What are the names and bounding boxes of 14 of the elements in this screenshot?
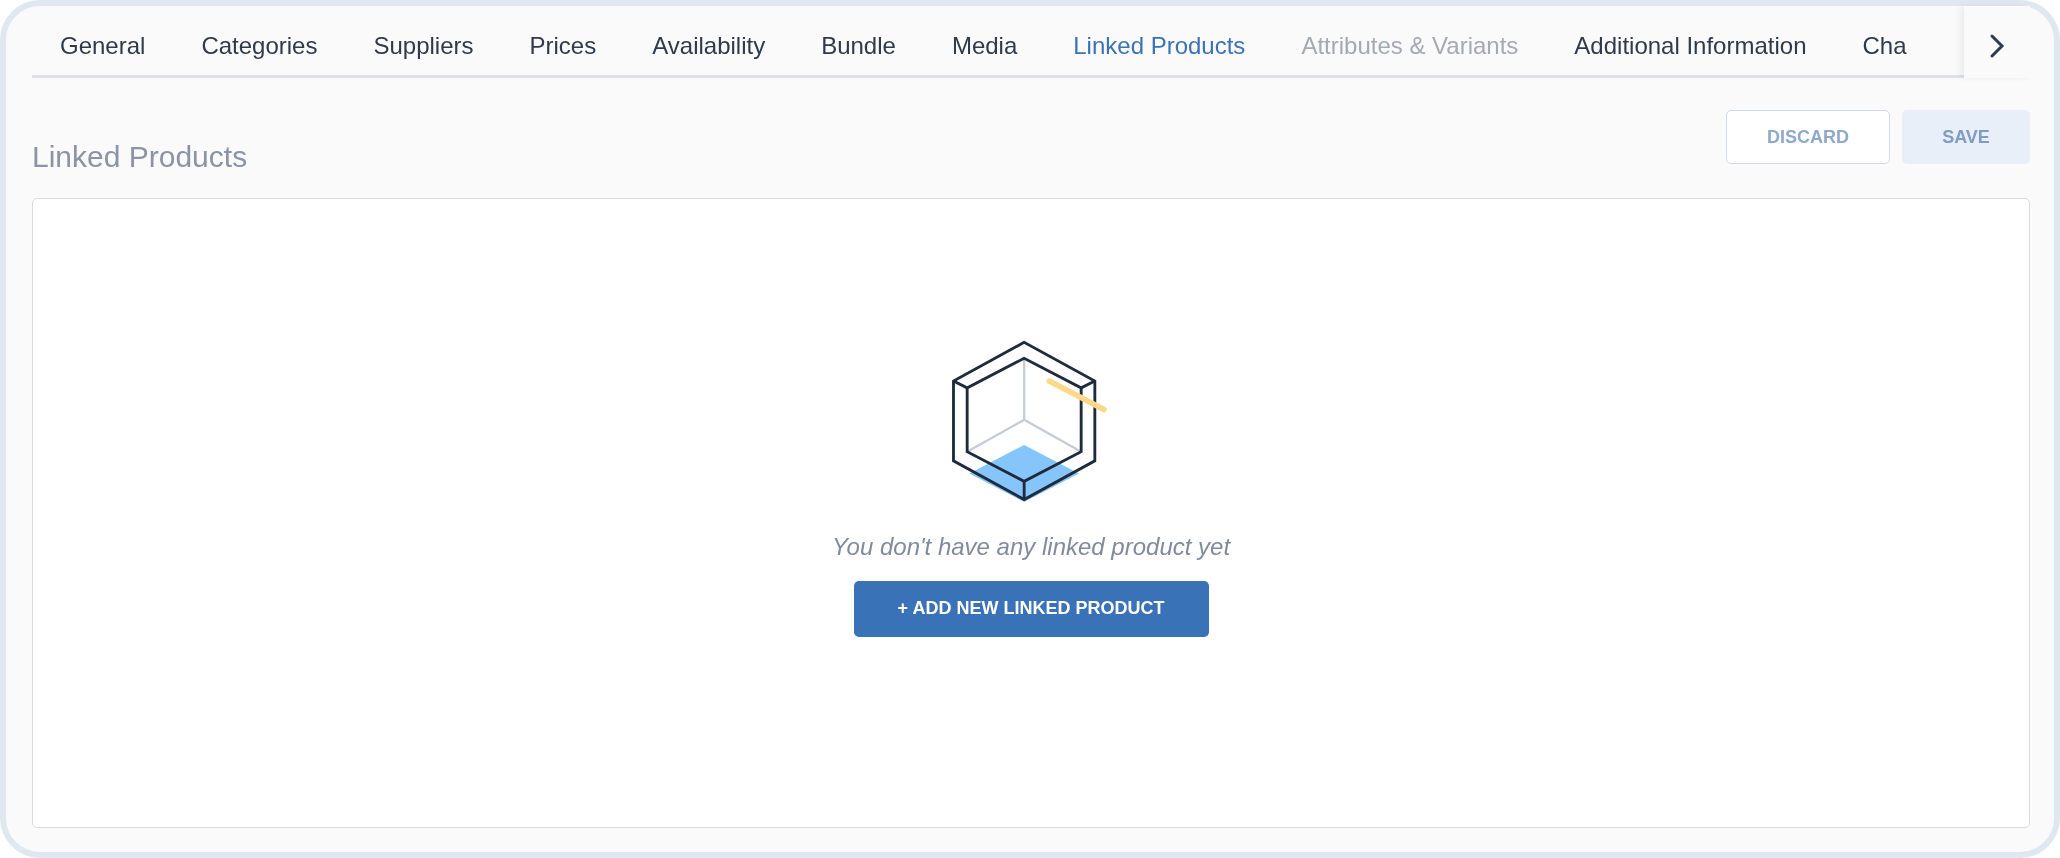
- add-linked-product-button[interactable]: + ADD NEW LINKED PRODUCT: [853, 580, 1209, 637]
- section-title: Linked Products: [32, 140, 248, 175]
- tab[interactable]: Additional Information: [1546, 6, 1835, 75]
- tab[interactable]: Suppliers: [345, 6, 502, 75]
- tab[interactable]: Media: [923, 6, 1046, 75]
- tab[interactable]: Cha: [1834, 6, 1935, 75]
- tab[interactable]: Categories: [173, 6, 346, 75]
- tab[interactable]: General: [32, 6, 174, 75]
- tab[interactable]: Bundle: [793, 6, 924, 75]
- tab[interactable]: Prices: [501, 6, 625, 75]
- tab[interactable]: Availability: [624, 6, 794, 75]
- empty-state-message: You don't have any linked product yet: [831, 532, 1231, 561]
- tab[interactable]: Linked Products: [1045, 6, 1274, 75]
- chevron-right-icon[interactable]: [1964, 6, 2030, 78]
